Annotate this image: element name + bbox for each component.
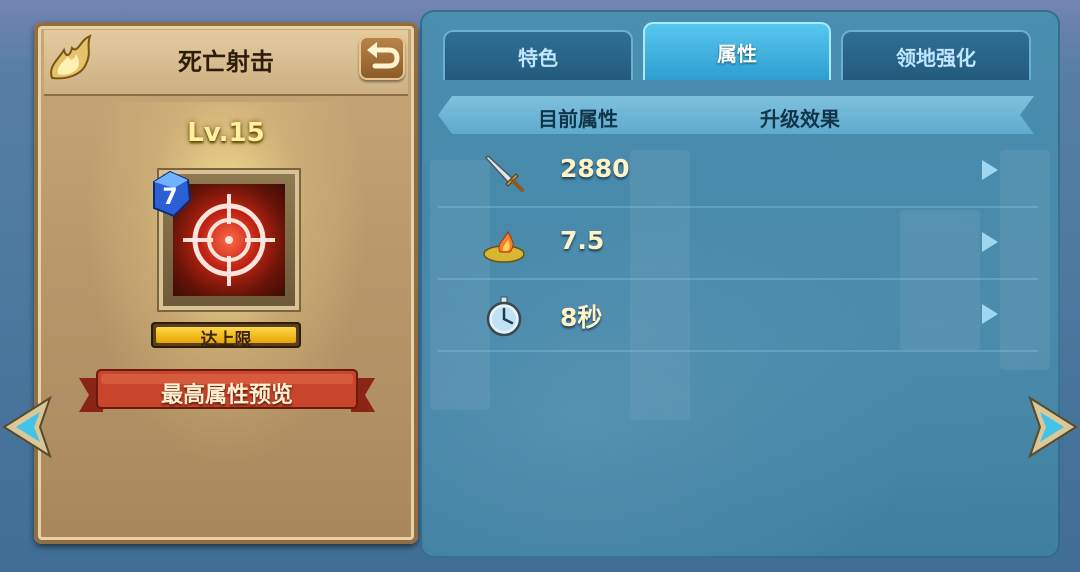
prev-arrow-icon[interactable]: [0, 394, 56, 460]
gem-count: 7: [162, 185, 177, 210]
attribute-value: 7.5: [560, 226, 605, 255]
header-current-attributes: 目前属性: [538, 107, 618, 131]
next-arrow-icon[interactable]: [1024, 394, 1080, 460]
flame-area-icon: [483, 230, 525, 263]
skill-card: 死亡射击 Lv.15 7 达上限 最高属性预览: [34, 22, 418, 544]
skill-level: Lv.15: [187, 118, 265, 148]
tab-attributes[interactable]: 属性: [643, 22, 831, 80]
tab-territory-upgrade[interactable]: 领地强化: [841, 30, 1031, 80]
table-header: 目前属性 升级效果: [438, 96, 1034, 134]
expand-arrow-icon[interactable]: [982, 160, 998, 180]
level-cap-bar: 达上限: [151, 322, 301, 350]
expand-arrow-icon[interactable]: [982, 232, 998, 252]
card-glow: [44, 102, 408, 534]
attribute-value: 8秒: [560, 303, 603, 332]
preview-button-label: 最高属性预览: [160, 383, 293, 408]
sword-icon: [484, 154, 524, 192]
expand-arrow-icon[interactable]: [982, 304, 998, 324]
level-cap-text: 达上限: [200, 330, 252, 350]
attribute-row-range[interactable]: 7.5: [438, 208, 1038, 280]
attribute-row-damage[interactable]: 2880: [438, 136, 1038, 208]
stopwatch-icon: [486, 296, 522, 337]
back-button[interactable]: [359, 36, 405, 80]
max-attribute-preview-button[interactable]: 最高属性预览: [79, 368, 375, 414]
gem-icon: 7: [153, 170, 192, 218]
tab-features[interactable]: 特色: [443, 30, 633, 80]
back-arrow-icon: [367, 42, 400, 69]
header-upgrade-effect: 升级效果: [760, 107, 840, 131]
attribute-value: 2880: [560, 154, 630, 183]
attribute-row-cooldown[interactable]: 8秒: [438, 280, 1038, 352]
